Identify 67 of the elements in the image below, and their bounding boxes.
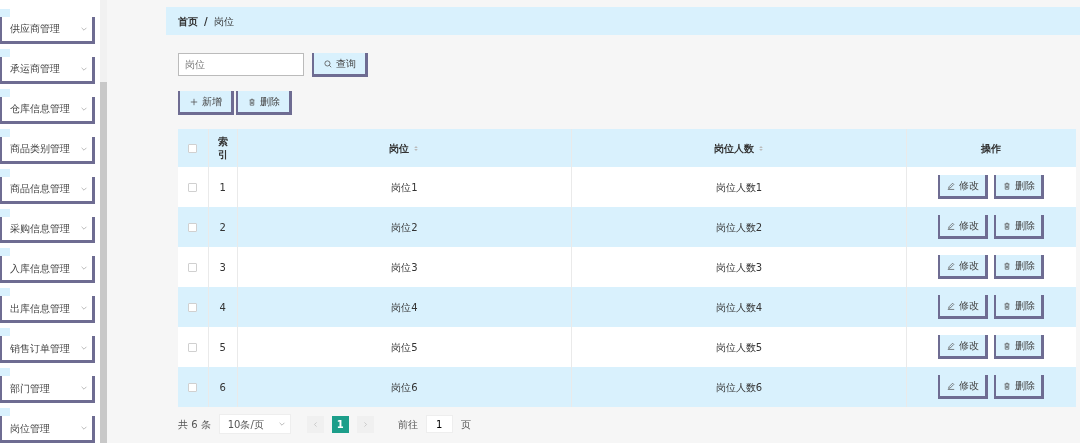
table-cell-text: 2 [219,220,226,235]
chevron-left-icon [311,420,319,428]
table-cell-text: 5 [219,340,226,355]
table-cell-text: 岗位人数6 [715,380,763,395]
row-checkbox[interactable] [188,222,198,232]
edit-button[interactable]: 修改 [938,335,989,359]
pencil-icon [946,181,955,190]
table-cell-text: 岗位5 [391,340,418,355]
column-header: 索引 [216,135,229,161]
table-cell-text: 岗位人数5 [715,340,763,355]
goto-suffix: 页 [460,417,471,432]
row-checkbox[interactable] [188,342,198,352]
edit-button[interactable]: 修改 [938,295,989,319]
edit-button[interactable]: 修改 [938,375,989,399]
table-cell-text: 岗位3 [391,260,418,275]
row-checkbox[interactable] [188,182,198,192]
pencil-icon [946,341,955,350]
pencil-icon [946,381,955,390]
breadcrumb-item[interactable]: 首页 [178,13,198,29]
pencil-icon [946,261,955,270]
page-number-field[interactable]: 1 [425,415,453,433]
table-cell-text: 岗位人数3 [715,260,763,275]
goto-label: 前往 [397,417,418,432]
table-cell-text: 岗位4 [391,300,418,315]
scrollbar-thumb[interactable] [100,82,107,443]
pencil-icon [946,301,955,310]
previous-page-button[interactable] [306,415,324,433]
delete-button[interactable]: 删除 [994,335,1045,359]
row-checkbox[interactable] [188,262,198,272]
table-cell-text: 岗位人数4 [715,300,763,315]
delete-button[interactable]: 删除 [994,255,1045,279]
table-cell-text: 岗位人数1 [715,180,763,195]
total-count: 共 6 条 [178,417,211,432]
table-cell-text: 1 [219,180,226,195]
column-header[interactable]: 岗位人数 [714,140,764,156]
table-cell-text: 岗位2 [391,220,418,235]
table-cell-text: 岗位人数2 [715,220,763,235]
delete-button[interactable]: 删除 [236,91,292,115]
search-icon [323,59,332,68]
page-size-select[interactable]: 10条/页 [218,414,291,434]
table-cell-text: 6 [219,380,226,395]
breadcrumb-separator: / [204,14,208,29]
column-header: 操作 [981,141,1002,156]
table-cell-text: 3 [219,260,226,275]
next-page-button[interactable] [356,415,374,433]
edit-button[interactable]: 修改 [938,175,989,199]
select-all-checkbox[interactable] [188,143,198,153]
row-checkbox[interactable] [188,382,198,392]
delete-button[interactable]: 删除 [994,375,1045,399]
table-cell-text: 岗位1 [391,180,418,195]
column-header[interactable]: 岗位 [389,140,420,156]
chevron-right-icon [361,420,369,428]
breadcrumb-item: 岗位 [213,14,234,29]
edit-button[interactable]: 修改 [938,255,989,279]
pencil-icon [946,221,955,230]
search-field[interactable]: 岗位 [178,53,304,76]
row-checkbox[interactable] [188,302,198,312]
delete-button[interactable]: 删除 [994,175,1045,199]
chevron-down-icon [277,420,286,428]
delete-button[interactable]: 删除 [994,295,1045,319]
edit-button[interactable]: 修改 [938,215,989,239]
delete-button[interactable]: 删除 [994,215,1045,239]
table-cell-text: 岗位6 [391,380,418,395]
plus-icon [189,97,198,106]
add-button[interactable]: 新增 [178,91,234,115]
search-button[interactable]: 查询 [312,53,368,77]
table-cell-text: 4 [219,300,226,315]
